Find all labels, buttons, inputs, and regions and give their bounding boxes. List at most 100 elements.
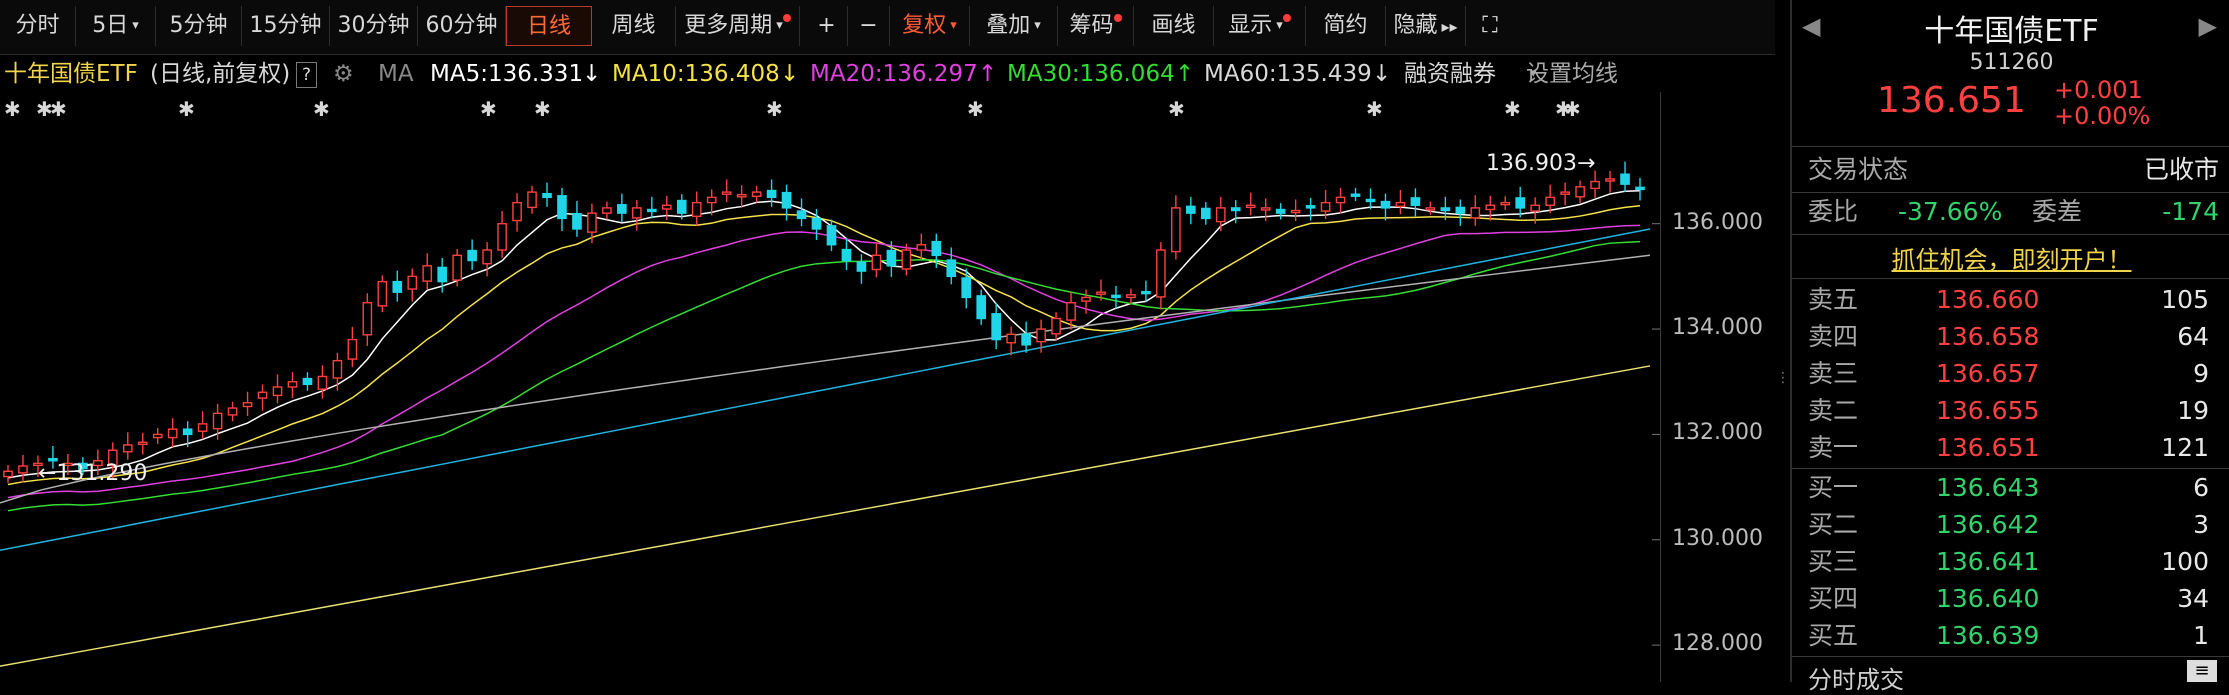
toolbar-button-8[interactable]: 更多周期 ▾ [676,6,800,46]
toolbar-button-0[interactable]: 分时 [0,6,76,46]
candle-body [452,254,462,281]
low-price-annotation: ←131.290 [38,461,147,486]
toolbar-button-12[interactable]: 叠加 ▾ [970,6,1058,46]
candle-body [1051,317,1061,335]
margin-trading-link[interactable]: 融资融券 [1404,56,1496,92]
toolbar-button-16[interactable]: 简约 [1306,6,1386,46]
legend-security-name: 十年国债ETF [4,61,138,87]
toolbar-button-13[interactable]: 筹码 [1058,6,1134,46]
candle-body [18,465,28,474]
candle-body [317,375,328,390]
toolbar-button-6[interactable]: 日线 [506,6,592,46]
candle-body [1455,206,1466,214]
candle-body [557,195,567,220]
toolbar-button-10[interactable]: − [848,6,890,46]
level-volume: 100 [2161,547,2209,576]
toolbar-button-label: 周线 [611,13,656,38]
candle-body [332,359,343,379]
candle-body [482,249,492,265]
y-tick-label: 136.000 [1672,209,1763,235]
toolbar-button-label: − [859,13,878,38]
candle-body [1290,209,1301,214]
candle-body [826,225,837,246]
toolbar-button-label: 60分钟 [425,13,498,38]
price-change-pct: +0.00% [2054,102,2151,130]
toolbar-button-3[interactable]: 15分钟 [242,6,330,46]
candle-body [1560,191,1570,195]
candle-body [856,261,867,272]
level-volume: 34 [2177,584,2209,613]
candle-body [931,240,942,257]
toolbar-button-label: 显示 [1228,13,1273,38]
legend-ma60-arrow: ↓ [1372,61,1392,87]
candle-body [1380,200,1391,209]
toolbar-button-2[interactable]: 5分钟 [156,6,242,46]
order-ratio: -37.66% [1898,197,2003,226]
toolbar-button-4[interactable]: 30分钟 [330,6,418,46]
candle-body [721,191,732,195]
bids-row: 买五 136.639 1 [1808,618,2219,654]
candle-body [676,199,687,214]
fullscreen-icon[interactable]: ⛶ [1470,6,1510,46]
legend-ma5: MA5:136.331 [430,61,584,87]
candle-body [1320,201,1331,212]
toolbar-button-1[interactable]: 5日 ▾ [76,6,156,46]
candle-body [1620,173,1630,185]
level-label: 卖一 [1808,433,1859,462]
candle-body [1081,296,1091,302]
toolbar-button-label: 分时 [15,13,60,38]
level-price: 136.655 [1936,396,2040,425]
legend-ma30-arrow: ↑ [1175,61,1195,87]
candle-body [1470,207,1481,219]
legend-ma5-arrow: ↓ [582,61,602,87]
candle-body [751,191,762,198]
legend-ma30: MA30:136.064 [1007,61,1175,87]
candle-body [1006,333,1016,344]
candle-body [916,244,927,251]
event-marker-icon: ✱ [766,97,783,121]
candle-body [661,204,672,210]
open-account-link[interactable]: 抓住机会，即刻开户！ [1792,240,2229,275]
candle-body [1036,328,1046,343]
candle-body [1515,197,1526,209]
kline-chart[interactable]: ✱ ✱✱ ✱ ✱ ✱ ✱ ✱ ✱ ✱ ✱ ✱ ✱✱ ←131.290136.903→ [0,92,1660,682]
order-diff: -174 [2162,197,2219,226]
candle-body [991,313,1002,341]
candle-body [1590,180,1600,190]
panel-resize-handle[interactable]: ⋮⋮ [1776,370,1804,394]
toolbar-button-label: 叠加 [986,13,1031,38]
candle-body [691,201,702,218]
candle-body [422,265,433,282]
expand-icon[interactable]: ≡ [2187,660,2217,682]
candle-body [302,377,313,386]
level-label: 买二 [1808,510,1859,539]
candle-body [646,208,657,213]
bids-row: 买四 136.640 34 [1808,581,2219,617]
level-price: 136.643 [1936,473,2040,502]
y-tick-label: 132.000 [1672,420,1763,446]
candle-body [1485,204,1496,211]
candle-body [152,433,163,439]
candle-body [257,391,268,399]
notify-dot-icon [1113,14,1122,22]
toolbar-button-9[interactable]: + [806,6,848,46]
event-marker-icon: ✱ [1168,97,1185,121]
toolbar-button-15[interactable]: 显示 ▾ [1214,6,1306,46]
candle-body [1200,207,1211,220]
candle-body [347,338,358,360]
candle-body [1186,205,1196,214]
level-label: 买四 [1808,584,1859,613]
toolbar-button-11[interactable]: 复权 ▾ [890,6,970,46]
toolbar-button-5[interactable]: 60分钟 [418,6,506,46]
toolbar-button-17[interactable]: 隐藏 ▸▸ [1386,6,1466,46]
y-tick-label: 134.000 [1672,315,1763,341]
toolbar-button-14[interactable]: 画线 [1134,6,1214,46]
candle-body [886,249,897,267]
level-price: 136.658 [1936,322,2040,351]
candle-body [781,191,792,209]
gear-icon[interactable]: ⚙ [333,56,354,92]
candle-body [871,254,882,271]
notify-dot-icon [1282,14,1291,22]
toolbar-button-7[interactable]: 周线 [592,6,676,46]
high-price-annotation: 136.903→ [1486,151,1595,176]
